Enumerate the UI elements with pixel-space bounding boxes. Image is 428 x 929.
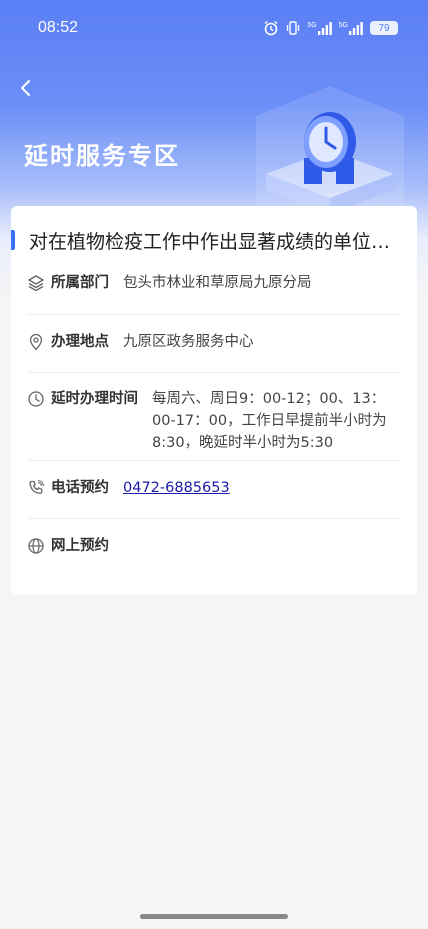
status-bar: 08:52 5G 5G 79: [0, 0, 428, 56]
divider: [27, 460, 401, 461]
layers-icon: [28, 275, 44, 292]
status-icons: 5G 5G 79: [263, 20, 398, 36]
status-time: 08:52: [38, 19, 79, 36]
clock-cube-illustration: [256, 86, 404, 226]
network-type-2: 5G: [338, 21, 348, 29]
divider: [27, 372, 401, 373]
row-location: 办理地点 九原区政务服务中心: [27, 331, 401, 353]
back-button[interactable]: [14, 76, 38, 100]
signal-2: 5G: [338, 21, 363, 35]
row-online-booking[interactable]: 网上预约: [27, 535, 401, 557]
row-label: 网上预约: [51, 538, 109, 554]
row-label: 所属部门: [51, 275, 109, 291]
service-card: 对在植物检疫工作中作出显著成绩的单位和个人的表彰 所属部门 包头市林业和草原局九…: [11, 206, 417, 595]
row-value: 九原区政务服务中心: [123, 334, 254, 350]
network-type-1: 5G: [307, 21, 317, 29]
page-title: 延时服务专区: [24, 142, 180, 170]
signal-bars-icon: [317, 21, 332, 35]
row-department: 所属部门 包头市林业和草原局九原分局: [27, 272, 401, 294]
row-label: 延时办理时间: [51, 391, 138, 407]
phone-icon: [29, 479, 45, 494]
divider: [27, 518, 401, 519]
signal-1: 5G: [307, 21, 332, 35]
location-pin-icon: [29, 333, 43, 351]
title-accent-bar: [11, 230, 15, 250]
service-title-row: 对在植物检疫工作中作出显著成绩的单位和个人的表彰: [11, 228, 417, 253]
divider: [27, 314, 401, 315]
phone-link[interactable]: 0472-6885653: [123, 477, 230, 499]
row-value: 包头市林业和草原局九原分局: [123, 275, 312, 291]
row-label: 办理地点: [51, 334, 109, 350]
home-indicator[interactable]: [140, 914, 288, 919]
vibrate-icon: [287, 21, 300, 35]
globe-icon: [28, 538, 44, 554]
chevron-left-icon: [21, 80, 30, 96]
row-label: 电话预约: [51, 480, 109, 496]
row-phone: 电话预约 0472-6885653: [27, 477, 401, 499]
clock-icon: [28, 391, 44, 407]
battery-icon: 79: [370, 21, 398, 35]
signal-bars-icon: [349, 21, 363, 35]
row-extended-hours: 延时办理时间 每周六、周日9：00-12；00、13：00-17：00，工作日早…: [27, 388, 401, 454]
alarm-icon: [264, 20, 278, 36]
service-title: 对在植物检疫工作中作出显著成绩的单位和个人的表彰: [29, 230, 405, 253]
row-value: 每周六、周日9：00-12；00、13：00-17：00，工作日早提前半小时为8…: [152, 391, 387, 451]
